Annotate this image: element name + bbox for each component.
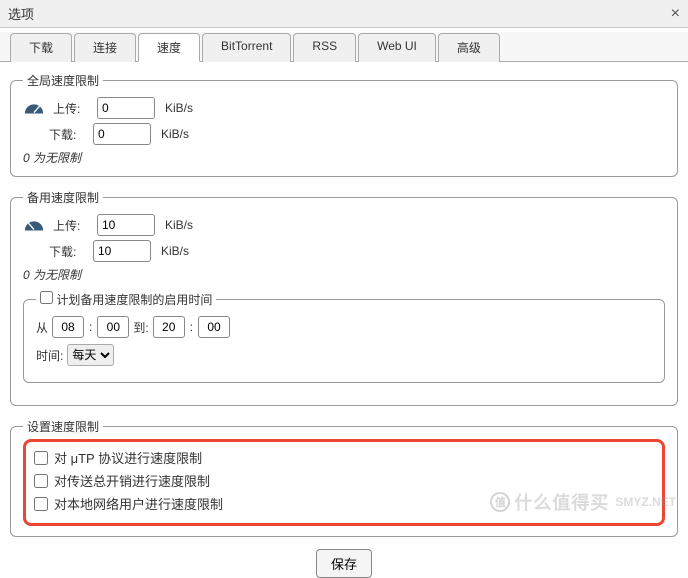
tab-webui[interactable]: Web UI — [358, 33, 436, 62]
schedule-label: 计划备用速度限制的启用时间 — [56, 293, 212, 307]
alt-speed-legend: 备用速度限制 — [23, 189, 103, 206]
save-row: 保存 — [10, 549, 678, 578]
tab-bittorrent[interactable]: BitTorrent — [202, 33, 291, 62]
schedule-checkbox[interactable] — [40, 291, 53, 304]
tab-rss[interactable]: RSS — [293, 33, 356, 62]
alt-upload-input[interactable] — [97, 214, 155, 236]
global-upload-label: 上传: — [53, 100, 91, 117]
alt-download-label: 下载: — [49, 243, 87, 260]
alt-hint: 0 为无限制 — [23, 266, 665, 283]
rate-settings-legend: 设置速度限制 — [23, 418, 103, 435]
global-upload-unit: KiB/s — [165, 101, 193, 115]
from-label: 从 — [36, 319, 48, 336]
lan-checkbox[interactable] — [34, 497, 48, 511]
alt-upload-unit: KiB/s — [165, 218, 193, 232]
close-icon[interactable]: × — [671, 5, 680, 23]
watermark: 值 什么值得买 SMYZ.NET — [490, 489, 676, 515]
from-hour-input[interactable] — [52, 316, 84, 338]
from-min-input[interactable] — [97, 316, 129, 338]
title-bar: 选项 × — [0, 0, 688, 28]
utp-checkbox[interactable] — [34, 451, 48, 465]
global-download-input[interactable] — [93, 123, 151, 145]
global-download-label: 下载: — [49, 126, 87, 143]
tab-speed[interactable]: 速度 — [138, 33, 200, 62]
global-hint: 0 为无限制 — [23, 149, 665, 166]
schedule-fieldset: 计划备用速度限制的启用时间 从 : 到: : 时间: 每天 — [23, 291, 665, 383]
days-select[interactable]: 每天 — [67, 344, 114, 366]
global-speed-legend: 全局速度限制 — [23, 72, 103, 89]
rate-settings-fieldset: 设置速度限制 对 μTP 协议进行速度限制 对传送总开销进行速度限制 对本地网络… — [10, 418, 678, 537]
alt-upload-label: 上传: — [53, 217, 91, 234]
gauge-icon — [23, 101, 45, 115]
to-min-input[interactable] — [198, 316, 230, 338]
lan-label: 对本地网络用户进行速度限制 — [54, 494, 223, 513]
global-speed-fieldset: 全局速度限制 上传: KiB/s 下载: KiB/s 0 为无限制 — [10, 72, 678, 177]
overhead-checkbox[interactable] — [34, 474, 48, 488]
tab-download[interactable]: 下载 — [10, 33, 72, 62]
tab-connection[interactable]: 连接 — [74, 33, 136, 62]
global-download-unit: KiB/s — [161, 127, 189, 141]
overhead-label: 对传送总开销进行速度限制 — [54, 471, 210, 490]
alt-download-input[interactable] — [93, 240, 151, 262]
tab-advanced[interactable]: 高级 — [438, 33, 500, 62]
tab-bar: 下载 连接 速度 BitTorrent RSS Web UI 高级 — [0, 32, 688, 62]
utp-label: 对 μTP 协议进行速度限制 — [54, 448, 202, 467]
colon: : — [89, 320, 92, 334]
colon: : — [190, 320, 193, 334]
alt-speed-fieldset: 备用速度限制 上传: KiB/s 下载: KiB/s 0 为无限制 计划备用速度… — [10, 189, 678, 406]
alt-download-unit: KiB/s — [161, 244, 189, 258]
schedule-legend: 计划备用速度限制的启用时间 — [36, 291, 216, 308]
global-upload-input[interactable] — [97, 97, 155, 119]
when-label: 时间: — [36, 347, 63, 364]
window-title: 选项 — [8, 4, 34, 23]
watermark-logo-icon: 值 — [490, 492, 510, 512]
gauge-icon — [23, 218, 45, 232]
to-label: 到: — [133, 319, 148, 336]
watermark-text-zh: 什么值得买 — [514, 489, 609, 515]
to-hour-input[interactable] — [153, 316, 185, 338]
save-button[interactable]: 保存 — [316, 549, 372, 578]
watermark-text-en: SMYZ.NET — [615, 495, 676, 509]
